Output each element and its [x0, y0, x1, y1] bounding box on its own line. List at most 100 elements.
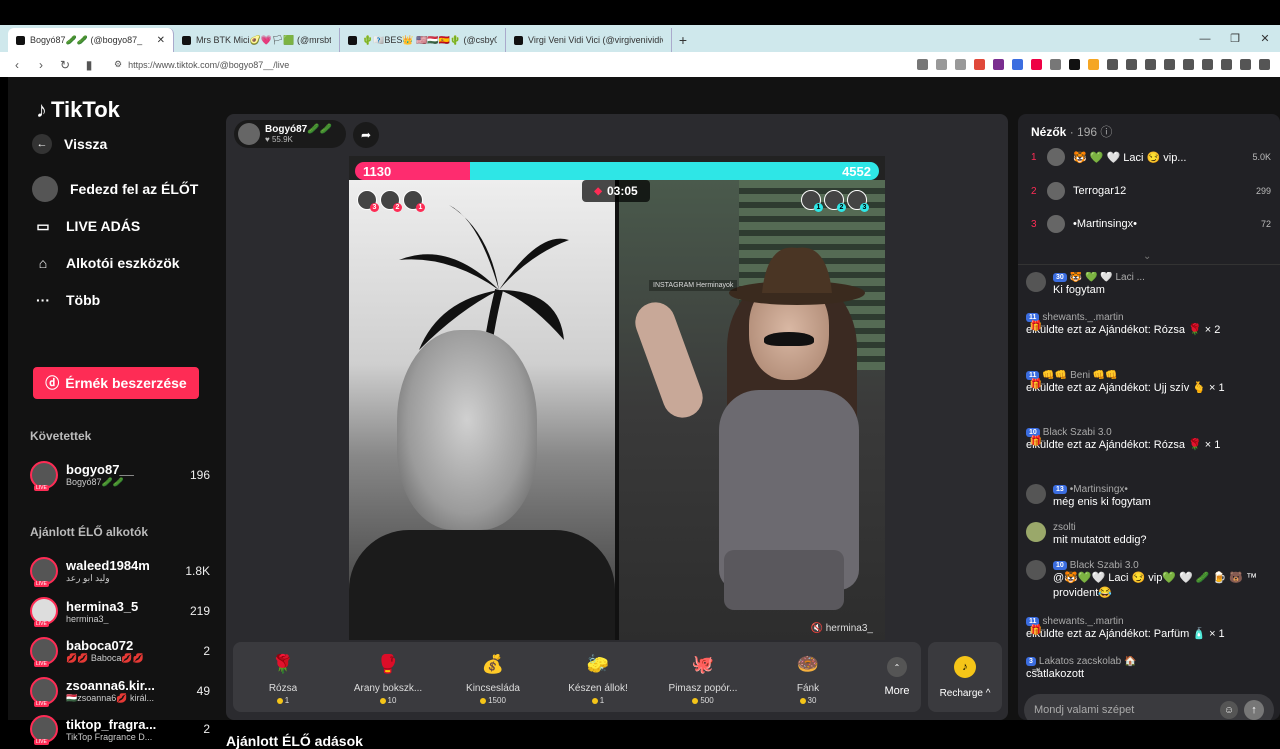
host-info[interactable]: Bogyó87🥒🥒 ♥ 55.9K [234, 120, 346, 148]
tab-mrsbtk[interactable]: Mrs BTK Mici🥑💗🏳🟩 (@mrsbtk) F [174, 28, 340, 52]
recommended-account[interactable]: LIVE tiktop_fragra... TikTop Fragrance D.… [30, 715, 210, 745]
send-icon[interactable]: ↑ [1244, 700, 1264, 720]
extension-icon[interactable] [1126, 59, 1137, 70]
reload-icon[interactable]: ↻ [58, 58, 72, 72]
vpn-icon[interactable] [1240, 59, 1251, 70]
supporter-avatar[interactable]: 2 [824, 190, 846, 212]
supporter-avatar[interactable]: 3 [847, 190, 869, 212]
new-tab-button[interactable]: + [672, 28, 694, 52]
level-badge: 30 [1053, 273, 1067, 282]
zoom-icon[interactable] [936, 59, 947, 70]
extension-icon[interactable] [1088, 59, 1099, 70]
top-viewer[interactable]: 2 Terrogar12 299 [1031, 182, 1271, 200]
recommended-account[interactable]: LIVE zsoanna6.kir... 🇭🇺zsoanna6💋 királ...… [30, 677, 210, 707]
instagram-tag: INSTAGRAM Herminayok [649, 280, 738, 291]
back-icon[interactable]: ‹ [10, 58, 24, 72]
top-viewer[interactable]: 3 •Martinsingx• 72 [1031, 215, 1271, 233]
puzzle-icon[interactable] [1107, 59, 1118, 70]
chat-message[interactable]: zsolti mit mutatott eddig? [1026, 522, 1274, 548]
gift-price: 500 [692, 696, 714, 705]
coin-icon [379, 697, 386, 704]
chat-message[interactable]: 🎁 11 👊👊 Beni 👊👊 elküldte ezt az Ajándékot… [1026, 370, 1274, 396]
more-gifts-button[interactable]: ⌃ More [873, 642, 921, 712]
camera-icon: ▭ [36, 217, 50, 234]
translate-icon[interactable] [1012, 59, 1023, 70]
site-info-icon[interactable]: ⚙ [114, 59, 122, 70]
tiktok-favicon-icon [16, 35, 25, 45]
gift-item[interactable]: 🐙 Pimasz popór... 500 [653, 642, 753, 712]
avatar: LIVE [30, 597, 58, 627]
account-subname: وليد ابو رعد [66, 573, 110, 583]
tab-virgi[interactable]: Virgi Veni Vidi Vici (@virgivenividivici [506, 28, 672, 52]
gift-price-value: 10 [387, 696, 397, 705]
gift-icon: 🎁 [1029, 320, 1043, 332]
sidebar-icon[interactable] [1183, 59, 1194, 70]
extension-icon[interactable] [917, 59, 928, 70]
chevron-down-icon[interactable]: ⌄ [1143, 251, 1151, 262]
extension-icon[interactable] [1069, 59, 1080, 70]
extension-icon[interactable] [1145, 59, 1156, 70]
gift-item[interactable]: 🍩 Fánk 30 [758, 642, 858, 712]
chat-input[interactable]: Mondj valami szépet ☺ ↑ [1024, 694, 1274, 720]
recommended-account[interactable]: LIVE waleed1984m وليد ابو رعد 1.8K [30, 557, 210, 587]
supporter-avatar[interactable]: 2 [380, 190, 402, 212]
chat-message[interactable]: ⇥ 3 Lakatos zacskolab 🏠 csatlakozott [1026, 656, 1274, 682]
extension-icon[interactable] [1031, 59, 1042, 70]
gift-item[interactable]: 💰 Kincsesláda 1500 [443, 642, 543, 712]
music-icon[interactable] [1164, 59, 1175, 70]
chat-message[interactable]: 🎁 11 shewants._.martin elküldte ezt az Aj… [1026, 616, 1274, 642]
account-name: tiktop_fragra... [66, 716, 157, 732]
supporter-avatar[interactable]: 1 [801, 190, 823, 212]
gift-item[interactable]: 🧽 Készen állok! 1 [548, 642, 648, 712]
wallet-icon[interactable] [1202, 59, 1213, 70]
creator-tools-icon: ⌂ [38, 255, 48, 271]
gift-item[interactable]: 🌹 Rózsa 1 [233, 642, 333, 712]
share-icon[interactable] [955, 59, 966, 70]
forward-icon[interactable]: › [34, 58, 48, 72]
info-icon[interactable]: ⓘ [1100, 125, 1112, 139]
chat-message[interactable]: 🎁 10 Black Szabi 3.0 elküldte ezt az Aján… [1026, 427, 1274, 453]
gift-icon: 🎁 [1029, 435, 1043, 447]
emoji-icon[interactable]: ☺ [1220, 701, 1238, 719]
nav-live[interactable]: ▭ LIVE ADÁS [32, 215, 140, 237]
nav-more[interactable]: ··· Több [32, 289, 100, 311]
share-icon[interactable]: ➦ [353, 122, 379, 148]
url-field[interactable]: ⚙ https://www.tiktok.com/@bogyo87__/live [114, 59, 907, 70]
live-video[interactable]: INSTAGRAM Herminayok 1130 4552 ◆ 03:05 3… [349, 156, 885, 640]
get-coins-button[interactable]: ⓓ Érmék beszerzése [33, 367, 199, 399]
download-icon[interactable] [1221, 59, 1232, 70]
recommended-account[interactable]: LIVE hermina3_5 hermina3_ 219 [30, 597, 210, 627]
chat-message[interactable]: 30 🐯 💚 🤍 Laci ... Ki fogytam [1026, 272, 1274, 298]
viewers-heading[interactable]: Nézők · 196 ⓘ [1031, 123, 1112, 140]
avatar: LIVE [30, 677, 58, 707]
top-viewer[interactable]: 1 🐯 💚 🤍 Laci 😏 vip... 5.0K [1031, 148, 1271, 166]
nav-explore-live[interactable]: Fedezd fel az ÉLŐT [32, 176, 198, 202]
spongebob-icon: 🧽 [586, 653, 610, 674]
bookmark-icon[interactable]: ▮ [82, 58, 96, 72]
close-tab-icon[interactable]: ✕ [157, 35, 165, 46]
menu-icon[interactable] [1259, 59, 1270, 70]
following-account[interactable]: LIVE bogyo87__ Bogyó87🥒🥒 196 [30, 461, 210, 491]
rewards-icon[interactable] [993, 59, 1004, 70]
gift-item[interactable]: 🥊 Arany bokszk... 10 [338, 642, 438, 712]
recharge-button[interactable]: ♪ Recharge ^ [928, 642, 1002, 712]
supporter-avatar[interactable]: 1 [403, 190, 425, 212]
gift-price: 1500 [480, 696, 506, 705]
chat-text: elküldte ezt az Ajándékot: Ujj szív 🫰 × … [1026, 382, 1225, 394]
viewer-count: 2 [203, 722, 210, 736]
recommended-account[interactable]: LIVE baboca072 💋💋 Baboca💋💋 2 [30, 637, 210, 667]
chat-message[interactable]: 🎁 11 shewants._.martin elküldte ezt az Aj… [1026, 312, 1274, 338]
tiktok-logo[interactable]: ♪ TikTok [36, 97, 120, 123]
supporter-avatar[interactable]: 3 [357, 190, 379, 212]
minimize-icon[interactable]: — [1190, 25, 1220, 52]
back-link[interactable]: ← Vissza [32, 134, 107, 154]
extension-icon[interactable] [1050, 59, 1061, 70]
chat-message[interactable]: 13 •Martinsingx• még enis ki fogytam [1026, 484, 1274, 510]
nav-creator-tools[interactable]: ⌂ Alkotói eszközök [32, 252, 180, 274]
tab-bogyo[interactable]: Bogyó87🥒🥒 (@bogyo87_ ✕ [8, 28, 174, 52]
close-window-icon[interactable]: ✕ [1250, 25, 1280, 52]
chat-message[interactable]: 10 Black Szabi 3.0 @🐯💚🤍 Laci 😏 vip💚 🤍 🥒 🍺… [1026, 560, 1274, 601]
brave-shield-icon[interactable] [974, 59, 985, 70]
tab-csby[interactable]: 🌵🇰🇸BES👑 🇺🇸🇭🇺🇪🇸🌵 (@csby01 [340, 28, 506, 52]
restore-icon[interactable]: ❐ [1220, 25, 1250, 52]
